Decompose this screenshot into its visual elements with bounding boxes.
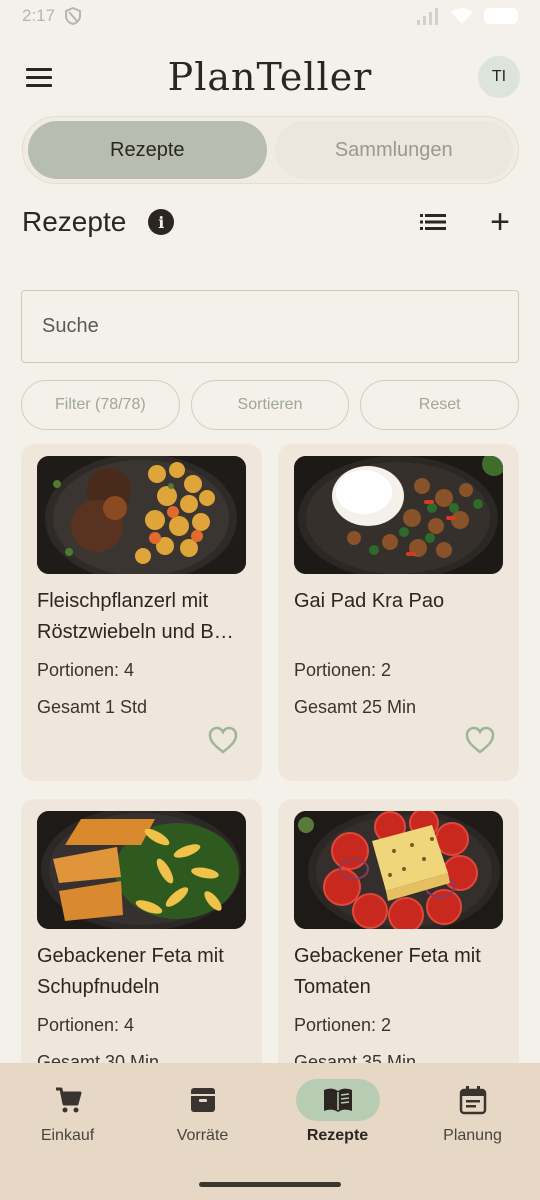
feta-tomatoes-photo — [294, 811, 503, 929]
tab-rezepte[interactable]: Rezepte — [28, 121, 267, 179]
list-view-icon[interactable] — [420, 212, 447, 232]
status-bar: 2:17 — [0, 0, 540, 32]
filter-chips: Filter (78/78) Sortieren Reset — [21, 380, 520, 430]
nav-label: Vorräte — [176, 1127, 229, 1144]
favorite-heart-icon[interactable] — [465, 726, 495, 754]
recipe-portions: Portionen: 2 — [294, 660, 392, 680]
recipe-portions: Portionen: 4 — [37, 660, 135, 680]
bottom-navigation: Einkauf Vorräte Rezepte Planung — [0, 1063, 540, 1200]
recipe-total-time: Gesamt 25 Min — [294, 697, 417, 717]
nav-label: Planung — [443, 1127, 502, 1144]
status-time: 2:17 — [22, 6, 56, 25]
app-bar: PlanTeller TI — [0, 48, 540, 106]
sort-button[interactable]: Sortieren — [190, 380, 350, 430]
recipe-grid: Fleischpflanzerl mit Röstzwiebeln und B…… — [21, 444, 519, 1064]
section-header: Rezepte i + — [22, 196, 518, 248]
tab-sammlungen[interactable]: Sammlungen — [274, 121, 513, 179]
nav-label: Einkauf — [40, 1127, 95, 1144]
signal-icon — [417, 8, 438, 25]
reset-button[interactable]: Reset — [360, 380, 520, 430]
recipe-title: Gebackener Feta mit Schupfnudeln — [37, 945, 224, 998]
recipe-card[interactable]: Gebackener Feta mit Schupfnudeln Portion… — [21, 799, 262, 1064]
recipe-card[interactable]: Gebackener Feta mit Tomaten Portionen: 2… — [278, 799, 519, 1064]
recipe-title: Fleischpflanzerl mit Röstzwiebeln und B… — [37, 590, 234, 643]
nav-label: Rezepte — [306, 1127, 369, 1144]
menu-button[interactable] — [26, 61, 58, 93]
recipe-title: Gebackener Feta mit Tomaten — [294, 945, 481, 998]
baked-feta-noodles-photo — [37, 811, 246, 929]
nav-item-planung[interactable]: Planung — [405, 1079, 540, 1200]
info-icon[interactable]: i — [148, 209, 175, 235]
recipe-portions: Portionen: 4 — [37, 1015, 135, 1035]
recipe-total-time: Gesamt 1 Std — [37, 697, 148, 717]
wifi-icon — [451, 8, 473, 24]
battery-icon — [484, 8, 518, 24]
recipe-total-time: Gesamt 30 Min — [37, 1052, 160, 1064]
segmented-tabs: Rezepte Sammlungen — [22, 116, 519, 184]
recipe-card[interactable]: Fleischpflanzerl mit Röstzwiebeln und B…… — [21, 444, 262, 781]
home-indicator[interactable] — [199, 1182, 341, 1187]
recipe-portions: Portionen: 2 — [294, 1015, 392, 1035]
chicken-basil-rice-photo — [294, 456, 503, 574]
cart-icon — [55, 1087, 81, 1113]
favorite-heart-icon[interactable] — [208, 726, 238, 754]
page-title: Rezepte — [22, 206, 127, 237]
app-logo: PlanTeller — [167, 55, 373, 99]
filter-button[interactable]: Filter (78/78) — [21, 380, 180, 430]
book-icon — [323, 1088, 352, 1112]
recipe-card[interactable]: Gai Pad Kra Pao Portionen: 2 Gesamt 25 M… — [278, 444, 519, 781]
archive-icon — [190, 1088, 215, 1112]
shield-icon — [65, 7, 82, 25]
meatballs-potatoes-photo — [37, 456, 246, 574]
add-recipe-button[interactable]: + — [490, 205, 510, 239]
search-field[interactable] — [21, 290, 519, 363]
calendar-icon — [459, 1086, 486, 1115]
search-input[interactable] — [42, 315, 498, 338]
menu-icon — [26, 67, 52, 71]
recipe-title: Gai Pad Kra Pao — [294, 590, 445, 612]
recipe-total-time: Gesamt 35 Min — [294, 1052, 417, 1064]
avatar[interactable]: TI — [478, 56, 520, 98]
nav-item-einkauf[interactable]: Einkauf — [0, 1079, 135, 1200]
